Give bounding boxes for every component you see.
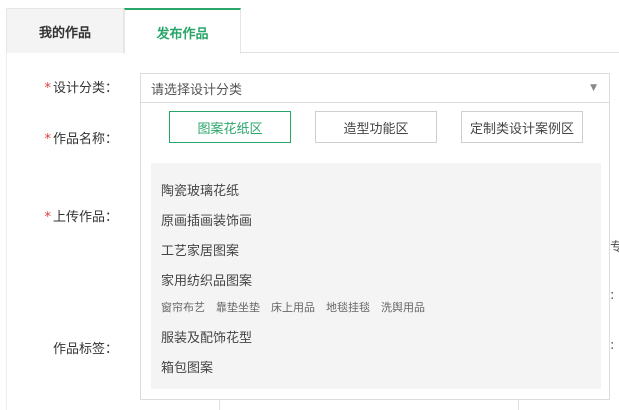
category-button-custom[interactable]: 定制类设计案例区 [461,111,583,143]
chevron-down-icon: ▼ [590,83,597,93]
list-item[interactable]: 服装及配饰花型 [161,327,252,346]
required-mark: * [44,210,51,225]
sub-list-item[interactable]: 地毯挂毯 [326,299,370,315]
design-category-select[interactable]: 请选择设计分类 ▼ [140,73,610,103]
sub-list-item[interactable]: 窗帘布艺 [161,299,205,315]
list-item[interactable]: 工艺家居图案 [161,240,239,259]
clipped-text: : [610,288,615,303]
category-button-shape[interactable]: 造型功能区 [315,111,437,143]
sub-list-item[interactable]: 床上用品 [271,299,315,315]
work-tags-label: 作品标签： [52,342,118,357]
sub-list-item[interactable]: 洗舆用品 [381,299,425,315]
tab-publish-work[interactable]: 发布作品 [124,8,241,54]
sub-list-item[interactable]: 靠垫坐垫 [216,299,260,315]
select-placeholder: 请选择设计分类 [151,82,243,98]
required-mark: * [44,132,51,147]
work-name-label: * 作品名称： [44,132,118,147]
list-item[interactable]: 家用纺织品图案 [161,270,252,289]
list-item[interactable]: 箱包图案 [161,357,213,376]
upload-work-label: * 上传作品： [44,210,118,225]
divider [518,400,519,410]
list-item[interactable]: 原画插画装饰画 [161,210,252,229]
list-item[interactable]: 陶瓷玻璃花纸 [161,180,239,199]
design-category-label: * 设计分类： [44,81,118,96]
divider [219,400,220,410]
required-mark: * [44,81,51,96]
clipped-text: : [610,338,615,353]
sub-category-row: 窗帘布艺 靠垫坐垫 床上用品 地毯挂毯 洗舆用品 [161,299,436,315]
tab-my-works[interactable]: 我的作品 [6,8,124,53]
category-button-pattern[interactable]: 图案花纸区 [169,111,291,143]
category-list: 陶瓷玻璃花纸 原画插画装饰画 工艺家居图案 家用纺织品图案 窗帘布艺 靠垫坐垫 … [151,163,601,389]
tab-bar: 我的作品 发布作品 [6,8,619,54]
clipped-text: 专 [610,240,619,255]
category-dropdown: 图案花纸区 造型功能区 定制类设计案例区 陶瓷玻璃花纸 原画插画装饰画 工艺家居… [140,103,610,400]
